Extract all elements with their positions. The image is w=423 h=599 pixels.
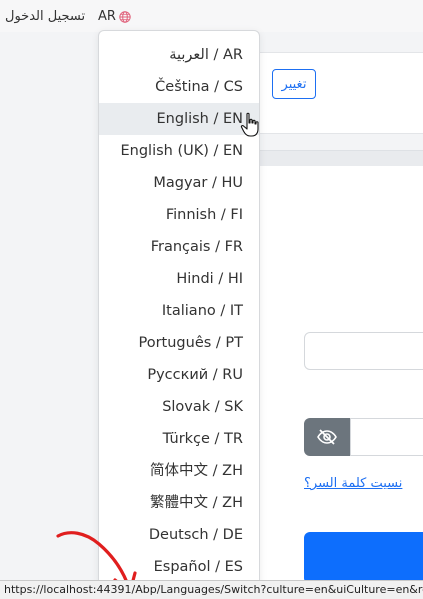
globe-icon bbox=[119, 10, 131, 23]
language-option[interactable]: Finnish / FI bbox=[99, 199, 259, 231]
language-option[interactable]: English / EN bbox=[99, 103, 259, 135]
language-option[interactable]: 简体中文 / ZH bbox=[99, 455, 259, 487]
password-input[interactable] bbox=[350, 418, 423, 456]
language-option[interactable]: Português / PT bbox=[99, 327, 259, 359]
login-card bbox=[258, 166, 423, 586]
login-link[interactable]: تسجيل الدخول bbox=[5, 9, 85, 24]
language-option[interactable]: 繁體中文 / ZH bbox=[99, 487, 259, 519]
change-button[interactable]: تغيير bbox=[272, 69, 316, 99]
language-option[interactable]: Hindi / HI bbox=[99, 263, 259, 295]
language-option[interactable]: English (UK) / EN bbox=[99, 135, 259, 167]
language-option[interactable]: Türkçe / TR bbox=[99, 423, 259, 455]
eye-slash-icon bbox=[317, 429, 337, 445]
login-button[interactable] bbox=[304, 532, 423, 584]
language-option[interactable]: Slovak / SK bbox=[99, 391, 259, 423]
hand-cursor-icon bbox=[240, 112, 259, 137]
language-option[interactable]: العربية / AR bbox=[99, 39, 259, 71]
password-visibility-button[interactable] bbox=[304, 418, 350, 456]
language-dropdown-menu: العربية / AR Čeština / CS English / EN Engl… bbox=[98, 30, 260, 590]
language-option[interactable]: Italiano / IT bbox=[99, 295, 259, 327]
status-bar-url: https://localhost:44391/Abp/Languages/Sw… bbox=[0, 580, 423, 599]
current-language: AR bbox=[98, 9, 116, 24]
section-divider bbox=[258, 150, 423, 167]
forgot-password-link[interactable]: نسيت كلمة السر؟ bbox=[304, 476, 402, 491]
language-option[interactable]: Magyar / HU bbox=[99, 167, 259, 199]
language-toggle[interactable]: AR bbox=[98, 9, 131, 24]
username-input[interactable] bbox=[304, 332, 423, 370]
language-option[interactable]: Français / FR bbox=[99, 231, 259, 263]
language-option[interactable]: Русский / RU bbox=[99, 359, 259, 391]
top-navbar: تسجيل الدخول AR bbox=[0, 0, 423, 32]
language-option[interactable]: Čeština / CS bbox=[99, 71, 259, 103]
